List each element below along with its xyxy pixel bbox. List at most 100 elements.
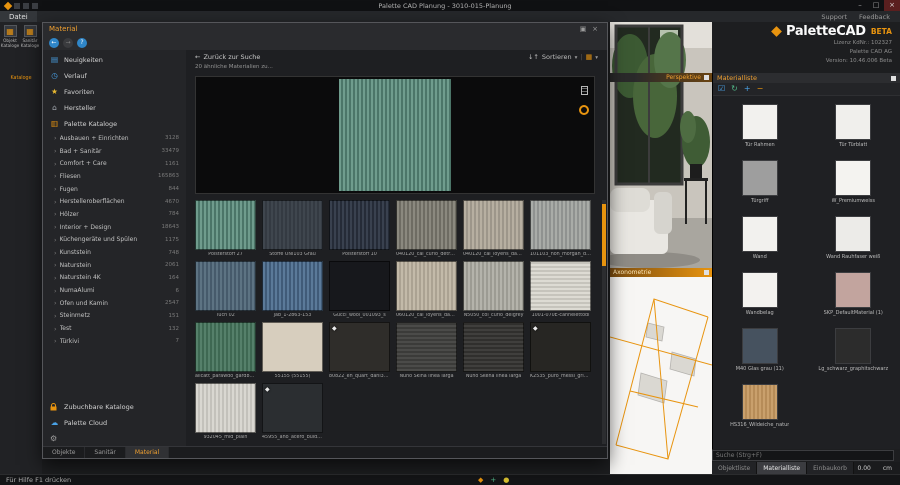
scene-material-thumbnail[interactable] [835,160,871,196]
material-tile[interactable]: Polsterstoff 27 [195,200,256,257]
status-icon[interactable]: ● [503,477,509,484]
menu-datei[interactable]: Datei [0,11,37,22]
scrollbar-thumb[interactable] [602,204,606,266]
catalog-tree-item[interactable]: Kunststein 748 [43,246,186,259]
material-tile[interactable]: 060120_cal_loyens_dahl... [396,261,457,318]
catalog-tree-item[interactable]: Fliesen 165863 [43,170,186,183]
catalog-tree-item[interactable]: Hölzer 784 [43,208,186,221]
status-icon[interactable]: ◆ [478,477,483,484]
axonometry-viewport[interactable]: Axonometrie [610,268,712,474]
material-thumbnail[interactable] [195,383,256,433]
scene-material-item[interactable]: Tür Türblatt [807,104,900,148]
catalog-tree-item[interactable]: Türkivi 7 [43,335,186,348]
pin-icon[interactable]: ▣ [577,25,589,33]
scene-material-item[interactable]: M40 Glas grau (11) [713,328,807,372]
viewport-maximize-icon[interactable] [704,75,709,80]
catalog-tree-item[interactable]: Naturstein 2061 [43,259,186,272]
panel-maximize-icon[interactable] [891,76,896,81]
material-tile[interactable]: 040120_cal_curio_detroi... [396,200,457,257]
sidebar-item[interactable]: ⌂ Hersteller [43,100,186,116]
scene-material-item[interactable]: SKP_DefaultMaterial (1) [807,272,900,316]
back-to-search-link[interactable]: ← Zurück zur Suche [195,53,260,61]
material-thumbnail[interactable] [195,322,256,372]
material-tile[interactable]: 55155 (55155) [262,322,323,379]
material-thumbnail[interactable] [262,322,323,372]
scene-material-thumbnail[interactable] [835,328,871,364]
material-tile[interactable]: Gucci_wool_001093_s [329,261,390,318]
scene-material-thumbnail[interactable] [742,272,778,308]
scene-material-item[interactable]: HS316_Wildeiche_natur [713,384,807,428]
sidebar-item[interactable]: ▤ Neuigkeiten [43,52,186,68]
material-thumbnail[interactable] [262,261,323,311]
material-tile[interactable]: ◆ 45955_ano_acero_buldin... [262,383,323,440]
undo-icon[interactable] [23,3,29,9]
dialog-titlebar[interactable]: Material ▣ × [43,23,607,35]
scene-material-thumbnail[interactable] [835,272,871,308]
catalog-tree-item[interactable]: NumaAlumi 6 [43,284,186,297]
dialog-tab[interactable]: Material [126,447,169,458]
material-thumbnail[interactable] [195,200,256,250]
perspective-viewport[interactable]: Perspektive [610,22,712,268]
material-thumbnail[interactable] [195,261,256,311]
scene-material-item[interactable]: Türgriff [713,160,807,204]
toolbar-icon[interactable]: ↻ [731,85,738,93]
material-tile[interactable]: Nuno Skena linea larga [463,322,524,379]
material-thumbnail[interactable] [463,200,524,250]
toolbar-icon[interactable]: − [757,85,764,93]
material-thumbnail[interactable] [396,261,457,311]
material-thumbnail[interactable]: ◆ [262,383,323,433]
material-tile[interactable]: Tuch 02 [195,261,256,318]
back-button[interactable]: ← [49,38,59,48]
material-thumbnail[interactable]: ◆ [329,322,390,372]
material-tile[interactable]: 1001-070E-cannelettodi [530,261,591,318]
material-tile[interactable]: 040120_cal_loyens_dahl... [463,200,524,257]
scene-material-thumbnail[interactable] [742,216,778,252]
chevron-down-icon[interactable] [595,53,598,61]
settings-gear-icon[interactable]: ⚙ [50,434,57,443]
sidebar-item[interactable]: ◷ Verlauf [43,68,186,84]
forward-button[interactable]: → [63,38,73,48]
sort-button[interactable]: Sortieren [542,53,572,61]
catalog-tree-item[interactable]: Interior + Design 18643 [43,221,186,234]
close-button[interactable]: × [884,0,900,11]
sidebar-item[interactable]: ★ Favoriten [43,84,186,100]
feedback-link[interactable]: Feedback [859,13,890,21]
dialog-tab[interactable]: Objekte [43,447,85,458]
minimize-button[interactable]: – [852,0,868,11]
scene-material-item[interactable]: Wand [713,216,807,260]
material-tile[interactable]: ◆ K2535_puro_messi_grlä... [530,322,591,379]
scene-material-thumbnail[interactable] [742,328,778,364]
catalog-tree-item[interactable]: Ofen und Kamin 2547 [43,297,186,310]
catalog-tree-item[interactable]: Naturstein 4K 164 [43,272,186,285]
sidebar-item-cloud[interactable]: ☁ Palette Cloud [43,415,186,431]
material-thumbnail[interactable] [530,200,591,250]
material-tile[interactable]: ◆ 80822_en_quart_dahl3c... [329,322,390,379]
viewport-maximize-icon[interactable] [704,270,709,275]
catalog-tree-item[interactable]: Comfort + Care 1161 [43,157,186,170]
catalog-tree-item[interactable]: Test 132 [43,322,186,335]
document-icon[interactable] [581,86,588,95]
material-thumbnail[interactable]: ◆ [530,322,591,372]
scene-material-item[interactable]: W_Premiumweiss [807,160,900,204]
scene-material-thumbnail[interactable] [742,160,778,196]
scene-material-thumbnail[interactable] [742,104,778,140]
grid-view-icon[interactable]: ▦ [586,53,593,61]
scene-material-item[interactable]: Tür Rahmen [713,104,807,148]
material-tile[interactable]: 101103_non_morgan_dah... [530,200,591,257]
material-thumbnail[interactable] [463,261,524,311]
panel-tab[interactable]: Einbaukorb [807,462,854,474]
scene-material-item[interactable]: Wandbelag [713,272,807,316]
material-tile[interactable]: N5050_col_curio_delgrey [463,261,524,318]
material-tile[interactable]: 932045_mid_plain [195,383,256,440]
scene-material-thumbnail[interactable] [835,104,871,140]
catalog-tree-item[interactable]: Herstelleroberflächen 4670 [43,195,186,208]
support-link[interactable]: Support [821,13,847,21]
close-icon[interactable]: × [589,25,601,33]
scene-material-item[interactable]: Wand Rauhfaser weiß [807,216,900,260]
save-icon[interactable] [14,3,20,9]
scene-material-item[interactable]: Lg_schwarz_graphitschwarz [807,328,900,372]
catalog-tree-item[interactable]: Fugen 844 [43,183,186,196]
sidebar-item-zubuchbare[interactable]: Zubuchbare Kataloge [43,399,186,415]
catalog-tree-item[interactable]: Steinmetz 151 [43,310,186,323]
material-thumbnail[interactable] [262,200,323,250]
